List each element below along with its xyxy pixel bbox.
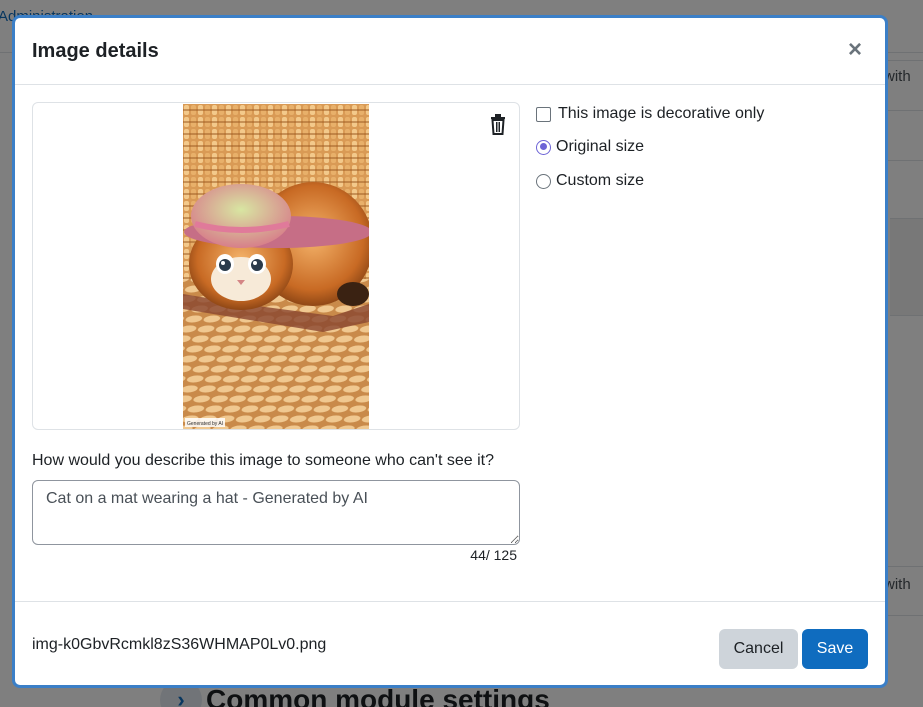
alt-text-input[interactable]: Cat on a mat wearing a hat - Generated b…	[32, 480, 520, 545]
char-count: 44/ 125	[470, 547, 517, 563]
decorative-label: This image is decorative only	[558, 105, 765, 122]
close-icon[interactable]: ×	[843, 38, 867, 62]
modal-title: Image details	[32, 40, 159, 62]
trash-icon[interactable]	[487, 113, 509, 137]
image-preview-box: Generated by AI	[32, 102, 520, 430]
image-details-modal: Image details × Generated by AI This ima…	[12, 15, 888, 688]
original-size-option[interactable]: Original size	[536, 138, 644, 156]
image-badge: Generated by AI	[187, 421, 223, 427]
description-label: How would you describe this image to som…	[32, 452, 494, 469]
custom-size-radio[interactable]	[536, 173, 551, 189]
decorative-option[interactable]: This image is decorative only	[536, 105, 764, 123]
cat-image: Generated by AI	[183, 104, 369, 429]
image-filename: img-k0GbvRcmkl8zS36WHMAP0Lv0.png	[32, 636, 327, 653]
decorative-checkbox[interactable]	[536, 106, 551, 122]
image-preview: Generated by AI	[183, 104, 369, 429]
cancel-button[interactable]: Cancel	[719, 629, 798, 669]
original-size-radio[interactable]	[536, 139, 551, 155]
custom-size-option[interactable]: Custom size	[536, 172, 644, 190]
save-button[interactable]: Save	[802, 629, 868, 669]
modal-header: Image details ×	[15, 18, 885, 85]
modal-footer: img-k0GbvRcmkl8zS36WHMAP0Lv0.png Cancel …	[15, 601, 885, 685]
custom-size-label: Custom size	[556, 172, 645, 189]
original-size-label: Original size	[556, 138, 645, 155]
